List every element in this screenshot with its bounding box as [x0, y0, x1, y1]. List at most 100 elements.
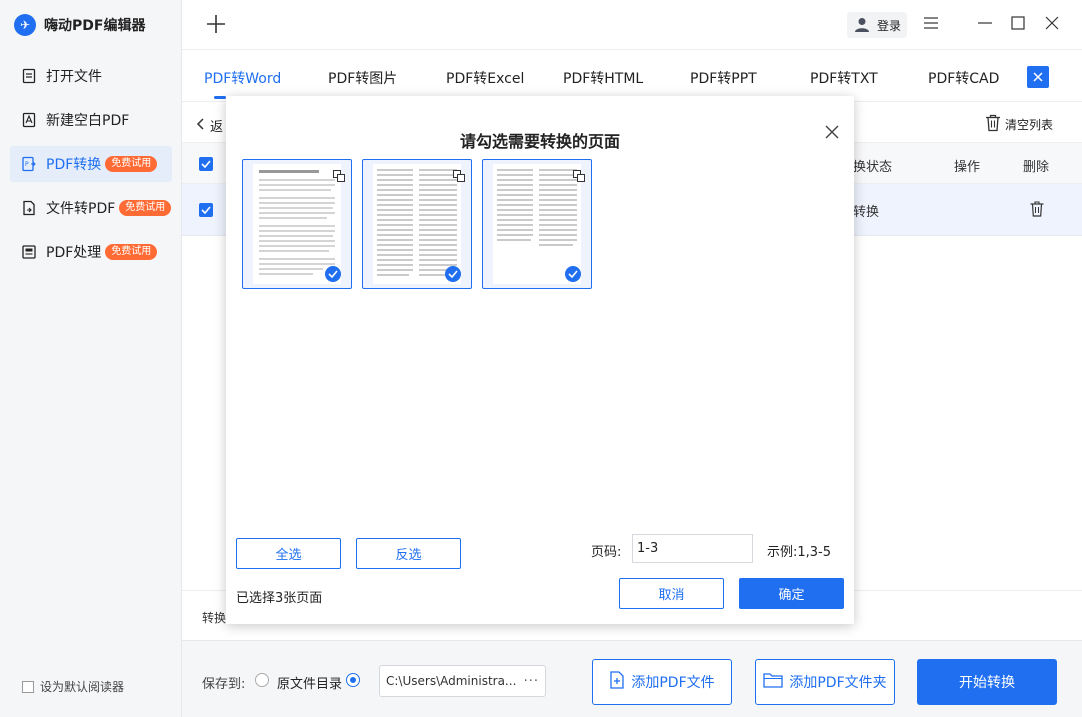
- sidebar-item-new-pdf[interactable]: 新建空白PDF: [10, 102, 172, 138]
- close-panel-icon[interactable]: [1027, 66, 1049, 88]
- trial-badge: 免费试用: [105, 156, 158, 172]
- sidebar-item-label: PDF转换: [46, 157, 102, 173]
- add-file-icon: [609, 671, 625, 693]
- check-icon[interactable]: [565, 266, 581, 282]
- tab-pdf-to-excel[interactable]: PDF转Excel: [446, 68, 524, 88]
- conversion-tabs: PDF转Word PDF转图片 PDF转Excel PDF转HTML PDF转P…: [182, 50, 1082, 102]
- sidebar-item-label: 打开文件: [46, 69, 102, 85]
- page-number-example: 示例:1,3-5: [767, 545, 832, 560]
- app-name: 嗨动PDF编辑器: [44, 18, 146, 34]
- tab-pdf-to-txt[interactable]: PDF转TXT: [810, 68, 878, 88]
- back-button[interactable]: 返: [196, 116, 223, 135]
- tab-pdf-to-cad[interactable]: PDF转CAD: [928, 68, 999, 88]
- page-preview: [493, 164, 581, 284]
- minimize-icon[interactable]: [976, 14, 994, 32]
- trash-icon: [985, 114, 1001, 135]
- dialog-title: 请勾选需要转换的页面: [459, 132, 620, 151]
- page-select-dialog: 请勾选需要转换的页面 全选 反选 页码: 1-3 示例:1,3-5 已选择3张页…: [226, 96, 854, 624]
- sidebar-item-label: PDF处理: [46, 245, 102, 261]
- page-number-input[interactable]: 1-3: [632, 534, 753, 563]
- sidebar-item-label: 新建空白PDF: [46, 113, 130, 129]
- add-pdf-folder-label: 添加PDF文件夹: [789, 675, 887, 691]
- back-label: 返: [210, 120, 224, 135]
- page-preview: [373, 164, 461, 284]
- app-window: ✈ 嗨动PDF编辑器 打开文件 新建空白PDF P PDF转换 免费试用 文件转…: [0, 0, 1082, 717]
- sidebar-item-open-file[interactable]: 打开文件: [10, 58, 172, 94]
- clear-list-button[interactable]: 清空列表: [985, 114, 1053, 135]
- save-to-label: 保存到:: [202, 677, 246, 692]
- tab-pdf-to-html[interactable]: PDF转HTML: [563, 68, 643, 88]
- dialog-footer: 全选 反选 页码: 1-3 示例:1,3-5 已选择3张页面 取消 确定: [226, 524, 854, 624]
- file-to-pdf-icon: [20, 199, 38, 217]
- default-reader-label: 设为默认阅读器: [40, 680, 125, 694]
- maximize-icon[interactable]: [1009, 14, 1027, 32]
- page-thumbnails: [242, 159, 838, 523]
- add-pdf-folder-button[interactable]: 添加PDF文件夹: [755, 659, 895, 705]
- convert-options-label: 转换: [202, 611, 227, 625]
- add-tab-icon[interactable]: [204, 12, 228, 36]
- output-path-value: C:\Users\Administra...: [386, 674, 517, 688]
- open-file-icon: [20, 67, 38, 85]
- pdf-process-icon: [20, 243, 38, 261]
- menu-icon[interactable]: [922, 14, 940, 32]
- dialog-close-icon[interactable]: [824, 124, 840, 140]
- check-icon[interactable]: [325, 266, 341, 282]
- sidebar-item-file-to-pdf[interactable]: 文件转PDF 免费试用: [10, 190, 172, 226]
- title-bar: 登录: [182, 0, 1082, 50]
- column-status: 换状态: [853, 160, 893, 175]
- close-window-icon[interactable]: [1043, 14, 1061, 32]
- user-avatar-icon: [853, 15, 871, 36]
- row-checkbox[interactable]: [199, 203, 213, 217]
- invert-selection-button[interactable]: 反选: [356, 538, 461, 569]
- page-thumbnail-3[interactable]: [482, 159, 592, 289]
- copy-icon[interactable]: [573, 170, 585, 182]
- pdf-convert-icon: P: [20, 155, 38, 173]
- tab-pdf-to-word[interactable]: PDF转Word: [204, 68, 281, 88]
- original-dir-radio[interactable]: [255, 673, 269, 687]
- custom-dir-radio[interactable]: [346, 673, 360, 687]
- page-preview: [253, 164, 341, 284]
- copy-icon[interactable]: [453, 170, 465, 182]
- row-delete-icon[interactable]: [1030, 201, 1044, 221]
- sidebar-nav: 打开文件 新建空白PDF P PDF转换 免费试用 文件转PDF 免费试用 PD…: [10, 58, 172, 278]
- brand: ✈ 嗨动PDF编辑器: [14, 14, 145, 36]
- add-pdf-file-button[interactable]: 添加PDF文件: [592, 659, 732, 705]
- trial-badge: 免费试用: [105, 244, 158, 260]
- footer-bar: 保存到: 原文件目录 C:\Users\Administra... ··· 添加…: [182, 640, 1082, 717]
- add-pdf-file-label: 添加PDF文件: [631, 675, 715, 691]
- page-thumbnail-1[interactable]: [242, 159, 352, 289]
- chevron-left-icon: [196, 117, 204, 134]
- clear-list-label: 清空列表: [1005, 118, 1054, 132]
- svg-text:P: P: [25, 161, 29, 168]
- login-label: 登录: [877, 18, 902, 33]
- sidebar-item-pdf-convert[interactable]: P PDF转换 免费试用: [10, 146, 172, 182]
- folder-icon: [763, 672, 784, 692]
- new-pdf-icon: [20, 111, 38, 129]
- original-dir-label: 原文件目录: [277, 677, 343, 692]
- select-all-button[interactable]: 全选: [236, 538, 341, 569]
- sidebar-item-pdf-process[interactable]: PDF处理 免费试用: [10, 234, 172, 270]
- default-reader-option[interactable]: 设为默认阅读器: [22, 678, 124, 695]
- sidebar-item-label: 文件转PDF: [46, 201, 116, 217]
- page-number-value: 1-3: [637, 541, 659, 556]
- page-thumbnail-2[interactable]: [362, 159, 472, 289]
- selected-count: 已选择3张页面: [236, 591, 323, 606]
- login-button[interactable]: 登录: [847, 12, 907, 38]
- copy-icon[interactable]: [333, 170, 345, 182]
- cancel-button[interactable]: 取消: [619, 578, 724, 609]
- confirm-button[interactable]: 确定: [739, 578, 844, 609]
- active-tab-indicator: [214, 96, 226, 99]
- row-status: 转换: [853, 205, 880, 220]
- start-convert-button[interactable]: 开始转换: [917, 659, 1057, 705]
- trial-badge: 免费试用: [119, 200, 172, 216]
- tab-pdf-to-ppt[interactable]: PDF转PPT: [690, 68, 757, 88]
- app-logo-icon: ✈: [14, 14, 36, 36]
- default-reader-checkbox[interactable]: [22, 680, 34, 693]
- tab-pdf-to-image[interactable]: PDF转图片: [328, 68, 397, 88]
- check-icon[interactable]: [445, 266, 461, 282]
- output-path-field[interactable]: C:\Users\Administra... ···: [379, 665, 546, 697]
- browse-more-icon[interactable]: ···: [524, 674, 539, 689]
- select-all-files-checkbox[interactable]: [199, 157, 213, 171]
- column-delete: 删除: [1023, 160, 1050, 175]
- page-number-label: 页码:: [591, 545, 622, 560]
